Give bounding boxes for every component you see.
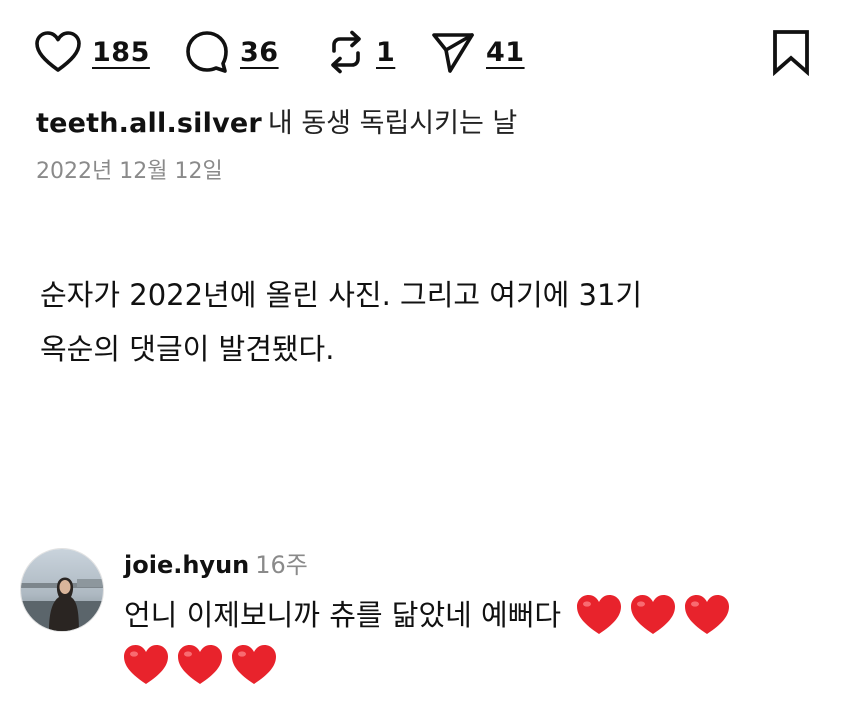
post-action-bar: 185 36 1 41 <box>0 0 850 100</box>
comment-age: 16주 <box>255 551 308 579</box>
repost-icon <box>326 29 366 75</box>
comment-button[interactable]: 36 <box>184 26 279 78</box>
post-username[interactable]: teeth.all.silver <box>36 108 262 139</box>
comment-line <box>122 640 840 690</box>
body-text-line: 순자가 2022년에 올린 사진. 그리고 여기에 31기 <box>40 278 643 312</box>
like-button[interactable]: 185 <box>34 26 150 78</box>
comment-body: 언니 이제보니까 츄를 닮았네 예뻐다 <box>124 590 840 690</box>
send-icon <box>430 29 476 75</box>
heart-outline-icon <box>34 30 82 74</box>
red-heart-icon <box>230 643 278 687</box>
bookmark-icon <box>770 30 812 80</box>
comment-count[interactable]: 36 <box>240 37 279 68</box>
post-caption: teeth.all.silver 내 동생 독립시키는 날 <box>36 104 517 144</box>
red-heart-icon <box>629 593 677 637</box>
post-date: 2022년 12월 12일 <box>36 159 223 184</box>
red-heart-icon <box>122 643 170 687</box>
red-heart-icon <box>176 643 224 687</box>
comment-header: joie.hyun 16주 <box>124 548 308 582</box>
share-button[interactable]: 41 <box>430 26 525 78</box>
comment-username[interactable]: joie.hyun <box>124 551 249 579</box>
red-heart-icon <box>575 593 623 637</box>
body-text-line: 옥순의 댓글이 발견됐다. <box>40 332 335 366</box>
comment-bubble-icon <box>184 29 230 75</box>
comment-text: 언니 이제보니까 츄를 닮았네 예뻐다 <box>124 598 562 632</box>
red-heart-icon <box>683 593 731 637</box>
repost-button[interactable]: 1 <box>326 26 395 78</box>
avatar[interactable] <box>20 548 104 632</box>
comment-line: 언니 이제보니까 츄를 닮았네 예뻐다 <box>124 590 840 640</box>
like-count[interactable]: 185 <box>92 37 150 68</box>
caption-text: 내 동생 독립시키는 날 <box>267 108 518 139</box>
bookmark-button[interactable] <box>770 28 812 80</box>
repost-count[interactable]: 1 <box>376 37 395 68</box>
body-text: 순자가 2022년에 올린 사진. 그리고 여기에 31기 옥순의 댓글이 발견… <box>40 268 820 376</box>
share-count[interactable]: 41 <box>486 37 525 68</box>
